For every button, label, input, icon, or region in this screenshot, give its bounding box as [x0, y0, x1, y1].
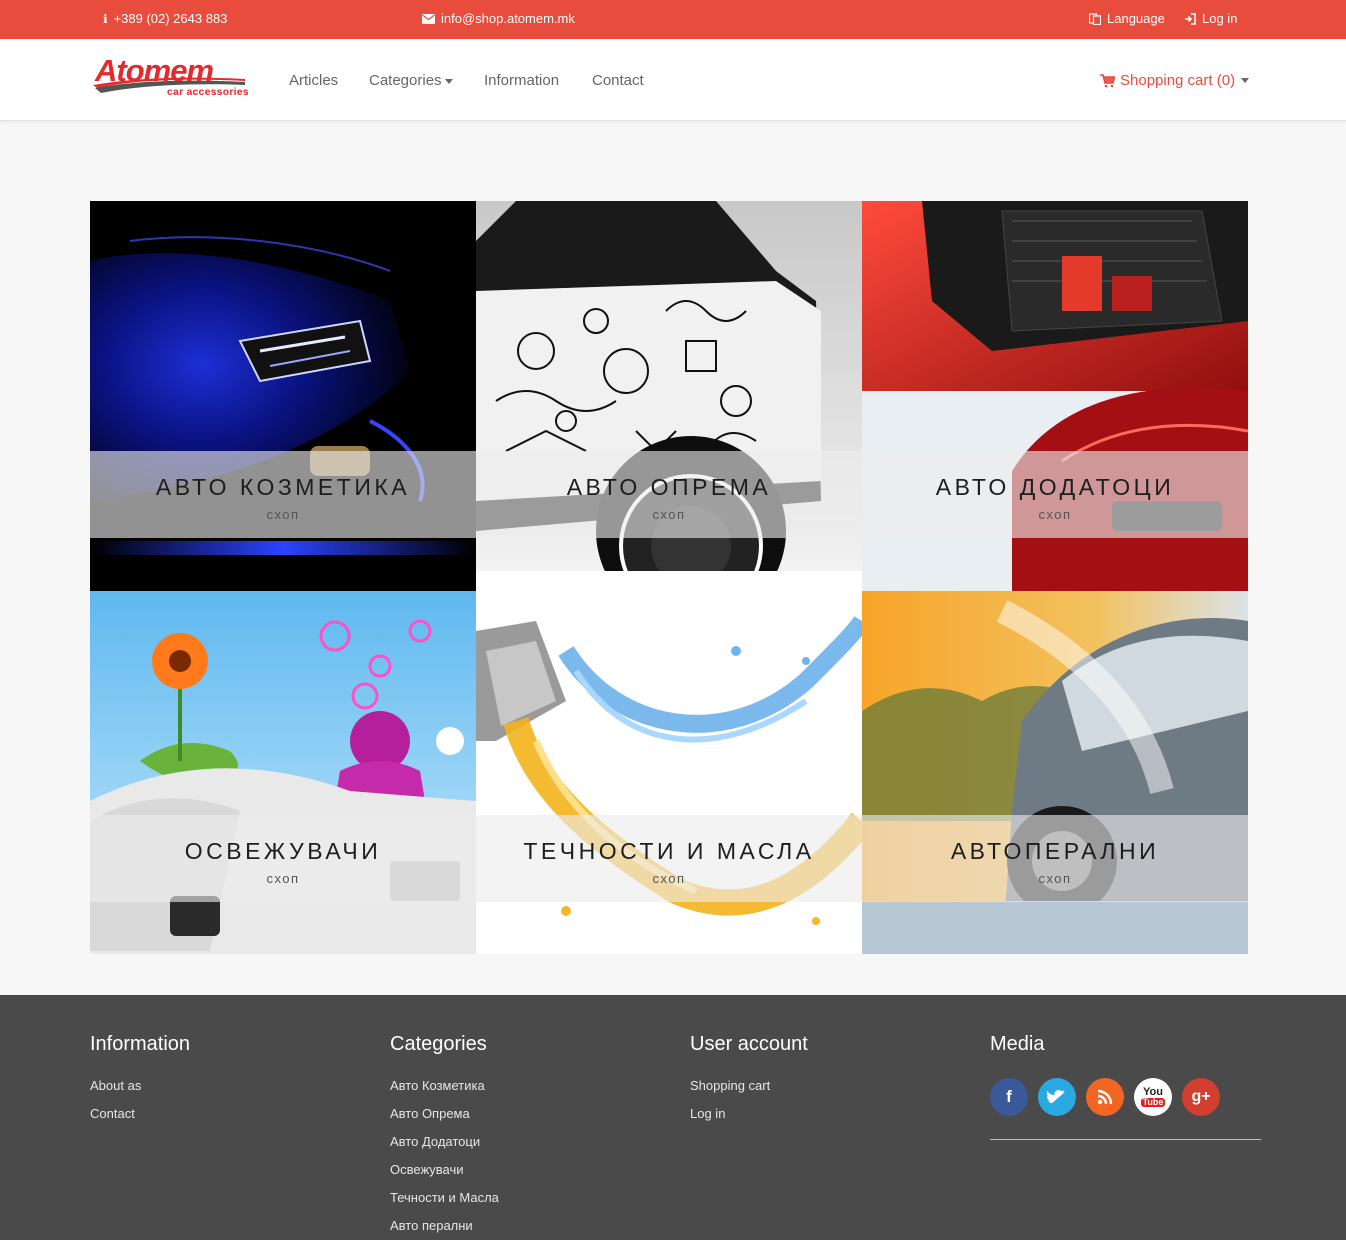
site-footer: Information About as Contact Categories … — [0, 995, 1346, 1240]
category-tile-auto-equipment[interactable]: АВТО ОПРЕМА схоп — [476, 201, 862, 591]
nav-categories[interactable]: Categories — [369, 72, 453, 89]
tile-subtitle: схоп — [266, 871, 300, 886]
twitter-icon[interactable] — [1038, 1078, 1076, 1116]
tile-caption: АВТО КОЗМЕТИКА схоп — [90, 451, 476, 538]
sign-in-icon — [1185, 12, 1196, 25]
footer-divider — [990, 1139, 1261, 1140]
category-grid: АВТО КОЗМЕТИКА схоп АВТО ОПРЕМА схоп АВТ… — [90, 201, 1248, 954]
social-icons: f You Tube g+ — [990, 1078, 1261, 1116]
cart-icon — [1100, 73, 1115, 87]
footer-link-category[interactable]: Авто Козметика — [390, 1078, 499, 1093]
tile-title: АВТОПЕРАЛНИ — [950, 838, 1160, 864]
category-tile-auto-accessories[interactable]: АВТО ДОДАТОЦИ схоп — [862, 201, 1248, 591]
facebook-icon[interactable]: f — [990, 1078, 1028, 1116]
footer-heading: Categories — [390, 1033, 487, 1055]
site-logo[interactable]: Atomem car accessories — [93, 53, 249, 103]
footer-link-shopping-cart[interactable]: Shopping cart — [690, 1078, 808, 1093]
shopping-cart-dropdown[interactable]: Shopping cart (0) — [1100, 72, 1250, 89]
category-tile-fluids-oils[interactable]: ТЕЧНОСТИ И МАСЛА схоп — [476, 591, 862, 954]
chevron-down-icon — [1241, 78, 1250, 83]
footer-heading: User account — [690, 1033, 808, 1055]
phone-text: +389 (02) 2643 883 — [113, 11, 228, 26]
tile-title: ТЕЧНОСТИ И МАСЛА — [523, 838, 815, 864]
language-selector[interactable]: Language — [1089, 11, 1165, 26]
footer-categories: Categories Авто Козметика Авто Опрема Ав… — [390, 1033, 499, 1240]
login-link[interactable]: Log in — [1184, 11, 1237, 26]
tile-title: АВТО ДОДАТОЦИ — [935, 474, 1175, 500]
tile-caption: АВТО ДОДАТОЦИ схоп — [862, 451, 1248, 538]
email-contact[interactable]: info@shop.atomem.mk — [422, 11, 575, 26]
category-tile-auto-cosmetics[interactable]: АВТО КОЗМЕТИКА схоп — [90, 201, 476, 591]
nav-contact[interactable]: Contact — [592, 72, 644, 89]
footer-user-account: User account Shopping cart Log in — [690, 1033, 808, 1134]
login-label: Log in — [1202, 11, 1238, 26]
footer-link-category[interactable]: Авто перални — [390, 1218, 499, 1233]
footer-media: Media f You Tube g+ — [990, 1033, 1261, 1140]
cart-label: Shopping cart (0) — [1120, 72, 1236, 89]
top-bar: ℹ +389 (02) 2643 883 info@shop.atomem.mk… — [0, 0, 1346, 39]
chevron-down-icon — [444, 78, 453, 84]
logo-text: Atomem — [95, 53, 214, 88]
footer-link-category[interactable]: Авто Опрема — [390, 1106, 499, 1121]
language-icon — [1089, 12, 1101, 25]
nav-articles[interactable]: Articles — [289, 72, 338, 89]
tile-caption: ТЕЧНОСТИ И МАСЛА схоп — [476, 815, 862, 902]
category-tile-car-washes[interactable]: АВТОПЕРАЛНИ схоп — [862, 591, 1248, 954]
google-plus-icon[interactable]: g+ — [1182, 1078, 1220, 1116]
tile-subtitle: схоп — [652, 871, 686, 886]
envelope-icon — [422, 13, 435, 24]
nav-information[interactable]: Information — [484, 72, 559, 89]
footer-information: Information About as Contact — [90, 1033, 190, 1134]
footer-link-category[interactable]: Авто Додатоци — [390, 1134, 499, 1149]
footer-link-category[interactable]: Течности и Масла — [390, 1190, 499, 1205]
logo-tagline: car accessories — [167, 86, 249, 98]
nav-categories-label: Categories — [369, 72, 442, 89]
youtube-icon[interactable]: You Tube — [1134, 1078, 1172, 1116]
language-label: Language — [1107, 11, 1165, 26]
footer-link-category[interactable]: Освежувачи — [390, 1162, 499, 1177]
footer-heading: Information — [90, 1033, 191, 1055]
tile-subtitle: схоп — [266, 507, 300, 522]
tile-title: АВТО КОЗМЕТИКА — [155, 474, 411, 500]
tile-title: ОСВЕЖУВАЧИ — [184, 838, 382, 864]
tile-caption: АВТО ОПРЕМА схоп — [476, 451, 862, 538]
footer-link-about[interactable]: About as — [90, 1078, 190, 1093]
tile-title: АВТО ОПРЕМА — [566, 474, 772, 500]
info-icon: ℹ — [103, 11, 108, 26]
footer-link-contact[interactable]: Contact — [90, 1106, 190, 1121]
phone-contact: ℹ +389 (02) 2643 883 — [103, 11, 227, 26]
tile-caption: ОСВЕЖУВАЧИ схоп — [90, 815, 476, 902]
tile-subtitle: схоп — [652, 507, 686, 522]
email-text: info@shop.atomem.mk — [441, 11, 575, 26]
tile-caption: АВТОПЕРАЛНИ схоп — [862, 815, 1248, 902]
category-tile-air-fresheners[interactable]: ОСВЕЖУВАЧИ схоп — [90, 591, 476, 954]
rss-icon[interactable] — [1086, 1078, 1124, 1116]
tile-subtitle: схоп — [1038, 507, 1072, 522]
main-header: Atomem car accessories Articles Categori… — [0, 39, 1346, 121]
footer-heading: Media — [990, 1033, 1045, 1055]
tile-subtitle: схоп — [1038, 871, 1072, 886]
footer-link-login[interactable]: Log in — [690, 1106, 808, 1121]
